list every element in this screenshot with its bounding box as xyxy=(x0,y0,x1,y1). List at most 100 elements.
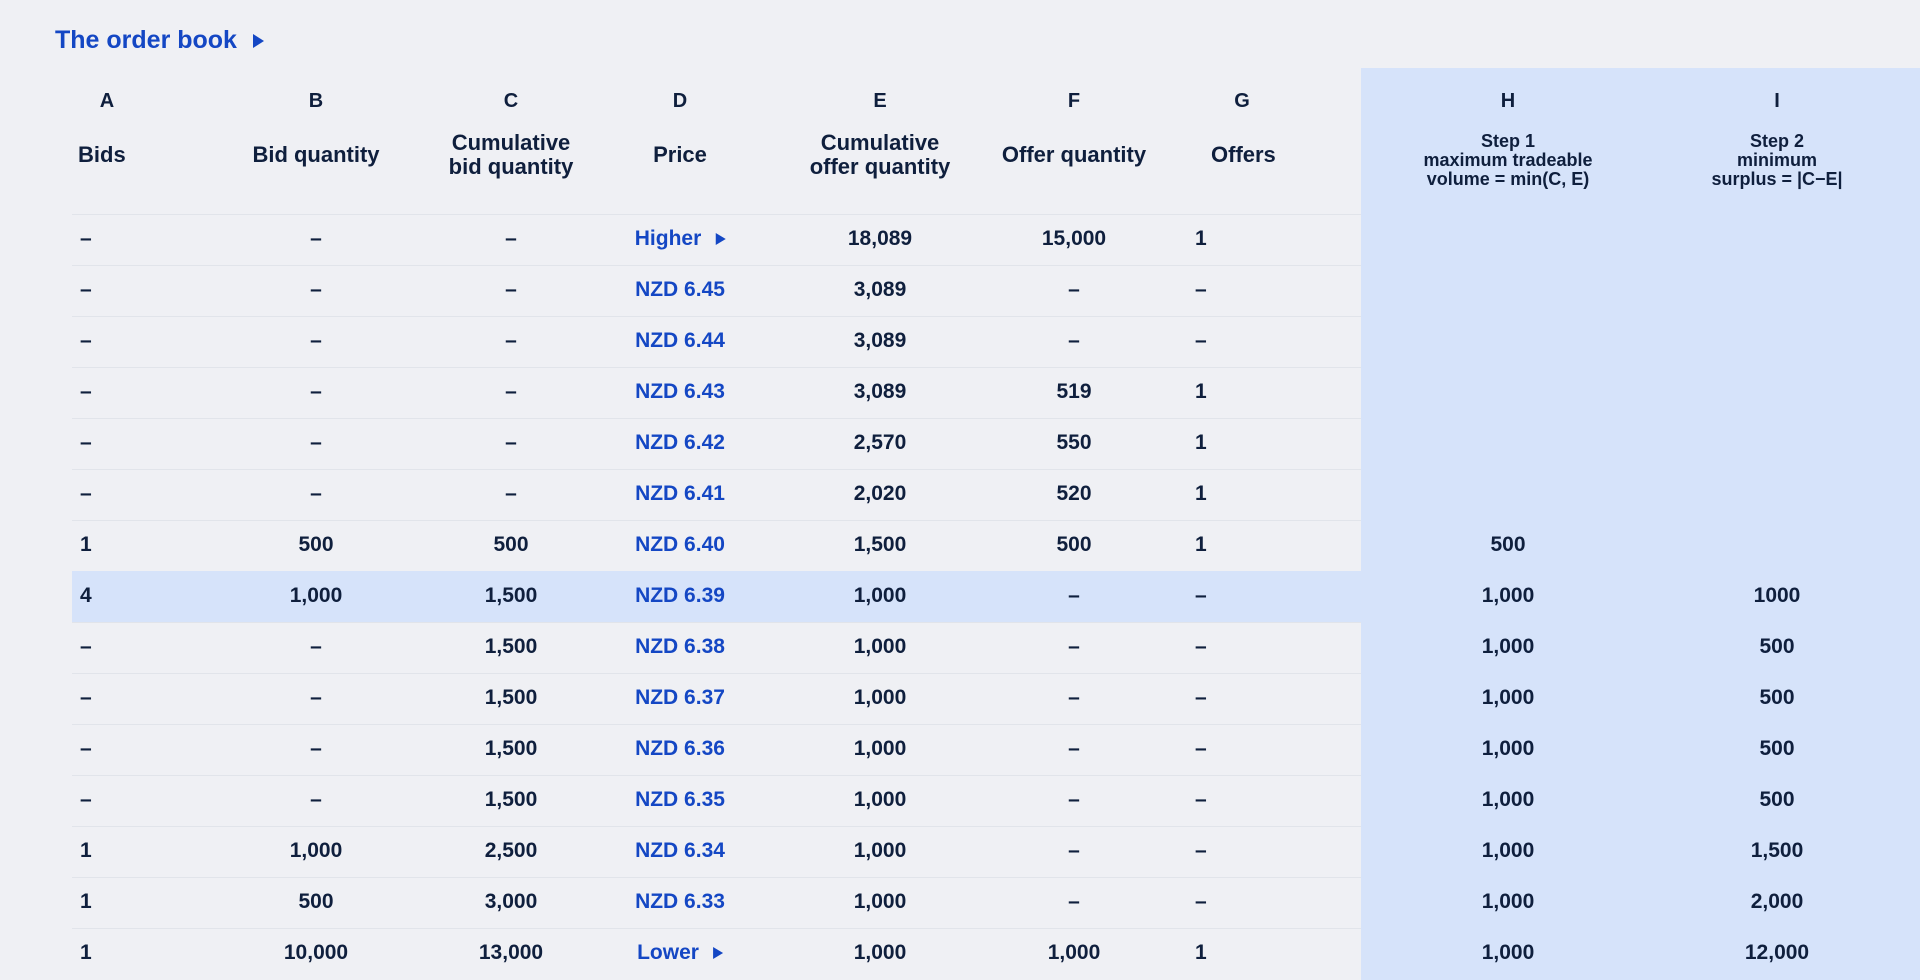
column-header-line: Bid quantity xyxy=(252,142,380,167)
cell-bids: – xyxy=(80,431,92,454)
cell-price: NZD 6.34 xyxy=(635,839,725,862)
cell-cum-offer: 1,000 xyxy=(853,584,907,607)
cell-offer-qty: – xyxy=(1068,839,1080,862)
cell-offer-qty: – xyxy=(1068,278,1080,301)
cell-offers: – xyxy=(1195,329,1207,352)
cell-price: NZD 6.35 xyxy=(635,788,725,811)
cell-cum-offer: 1,000 xyxy=(853,839,907,862)
cell-cum-offer: 1,000 xyxy=(853,890,907,913)
column-letter-g: G xyxy=(1234,90,1250,112)
cell-step1: 1,000 xyxy=(1481,839,1535,862)
cell-offer-qty: 1,000 xyxy=(1047,941,1101,964)
cell-bids: – xyxy=(80,278,92,301)
cell-cum-offer: 3,089 xyxy=(853,278,907,301)
cell-bid-qty: – xyxy=(310,278,322,301)
cell-step1: 1,000 xyxy=(1481,941,1535,964)
cell-bid-qty: – xyxy=(310,380,322,403)
cell-cum-bid: 1,500 xyxy=(484,686,538,709)
cell-cum-offer: 1,000 xyxy=(853,941,907,964)
cell-offers: – xyxy=(1195,584,1207,607)
cell-price: NZD 6.44 xyxy=(635,329,725,352)
cell-price: NZD 6.42 xyxy=(635,431,725,454)
cell-offers: – xyxy=(1195,839,1207,862)
cell-price: NZD 6.45 xyxy=(635,278,725,301)
column-header-line: maximum tradeable xyxy=(1423,150,1593,170)
cell-step2: 2,000 xyxy=(1750,890,1804,913)
column-header-h: Step 1 maximum tradeable volume = min(C, E… xyxy=(1423,132,1592,189)
order-book-title-link[interactable]: The order book xyxy=(55,26,264,55)
lower-price-link[interactable]: Lower xyxy=(637,940,723,966)
cell-bids: 1 xyxy=(80,941,92,964)
cell-bids: – xyxy=(80,227,92,250)
cell-offer-qty: – xyxy=(1068,737,1080,760)
cell-bid-qty: 10,000 xyxy=(283,941,349,964)
cell-price: NZD 6.38 xyxy=(635,635,725,658)
cell-bids: 4 xyxy=(80,584,92,607)
cell-offers: 1 xyxy=(1195,482,1207,505)
cell-step2: 500 xyxy=(1759,737,1795,760)
column-header-line: Step 1 xyxy=(1480,131,1536,151)
triangle-right-icon xyxy=(712,947,723,959)
column-header-a: Bids xyxy=(78,143,126,167)
cell-bid-qty: – xyxy=(310,686,322,709)
cell-bid-qty: – xyxy=(310,635,322,658)
column-header-e: Cumulative offer quantity xyxy=(810,131,951,179)
cell-bids: – xyxy=(80,788,92,811)
cell-price: NZD 6.41 xyxy=(635,482,725,505)
cell-cum-bid: 1,500 xyxy=(484,635,538,658)
cell-offers: 1 xyxy=(1195,941,1207,964)
cell-cum-bid: 1,500 xyxy=(484,584,538,607)
cell-offers: – xyxy=(1195,635,1207,658)
column-header-c: Cumulative bid quantity xyxy=(449,131,574,179)
cell-step2: 1000 xyxy=(1753,584,1801,607)
cell-offers: – xyxy=(1195,278,1207,301)
cell-cum-offer: 1,500 xyxy=(853,533,907,556)
triangle-right-icon xyxy=(252,33,264,48)
cell-cum-bid: – xyxy=(505,431,517,454)
price-link-label: Lower xyxy=(637,941,699,964)
cell-offer-qty: – xyxy=(1068,686,1080,709)
column-header-g: Offers xyxy=(1211,143,1276,167)
cell-bids: 1 xyxy=(80,890,92,913)
cell-cum-bid: 3,000 xyxy=(484,890,538,913)
cell-bid-qty: 500 xyxy=(298,533,334,556)
cell-step2: 500 xyxy=(1759,635,1795,658)
cell-step1: 1,000 xyxy=(1481,890,1535,913)
cell-bids: – xyxy=(80,380,92,403)
cell-step1: 1,000 xyxy=(1481,737,1535,760)
cell-price: NZD 6.37 xyxy=(635,686,725,709)
column-header-line: Offers xyxy=(1211,142,1276,167)
column-header-line: offer quantity xyxy=(809,154,951,179)
price-link-label: Higher xyxy=(634,227,702,250)
column-header-line: volume = min(C, E) xyxy=(1426,169,1590,189)
cell-bid-qty: – xyxy=(310,431,322,454)
cell-bid-qty: 1,000 xyxy=(289,584,343,607)
cell-bid-qty: – xyxy=(310,329,322,352)
cell-offer-qty: 15,000 xyxy=(1041,227,1107,250)
cell-offers: – xyxy=(1195,788,1207,811)
column-header-line: Cumulative xyxy=(820,130,940,155)
cell-bids: – xyxy=(80,737,92,760)
higher-price-link[interactable]: Higher xyxy=(635,226,726,252)
column-letter-c: C xyxy=(503,90,519,112)
cell-cum-offer: 1,000 xyxy=(853,686,907,709)
cell-offer-qty: – xyxy=(1068,329,1080,352)
column-header-b: Bid quantity xyxy=(252,143,379,167)
cell-offer-qty: 520 xyxy=(1056,482,1092,505)
cell-cum-bid: – xyxy=(505,329,517,352)
cell-offer-qty: 550 xyxy=(1056,431,1092,454)
cell-cum-bid: 1,500 xyxy=(484,788,538,811)
column-header-line: surplus = |C−E| xyxy=(1711,169,1843,189)
cell-cum-bid: – xyxy=(505,482,517,505)
cell-bid-qty: – xyxy=(310,482,322,505)
cell-offer-qty: 500 xyxy=(1056,533,1092,556)
cell-step1: 1,000 xyxy=(1481,686,1535,709)
cell-step1: 1,000 xyxy=(1481,584,1535,607)
column-letter-d: D xyxy=(672,90,688,112)
steps-panel xyxy=(1361,68,1920,980)
cell-cum-offer: 2,570 xyxy=(853,431,907,454)
cell-cum-bid: – xyxy=(505,380,517,403)
cell-cum-offer: 2,020 xyxy=(853,482,907,505)
cell-bids: – xyxy=(80,635,92,658)
cell-offer-qty: – xyxy=(1068,890,1080,913)
